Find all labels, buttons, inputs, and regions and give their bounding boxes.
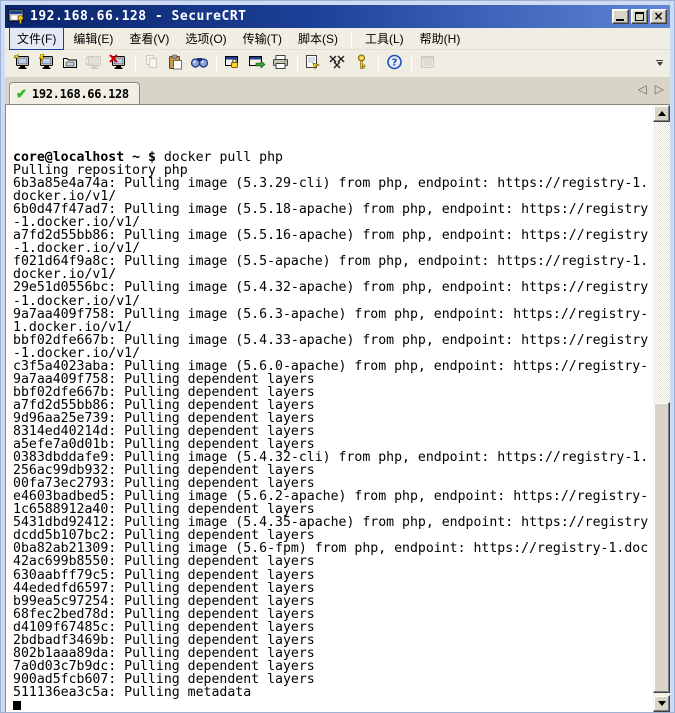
terminal-line: d4109f67485c: Pulling dependent layers [13,621,653,634]
menu-item-file[interactable]: 文件(F) [9,27,64,50]
terminal-line: 900ad5fcb607: Pulling dependent layers [13,673,653,686]
window-title: 192.168.66.128 - SecureCRT [30,9,612,24]
svg-text:?: ? [392,58,398,69]
terminal-screen[interactable]: core@localhost ~ $ docker pull phpPullin… [6,105,653,710]
toolbar-separator [411,55,412,73]
find-button[interactable] [188,53,211,75]
scroll-up-button[interactable] [653,105,670,122]
window-transfer-icon [247,54,266,73]
reconnect-icon [85,54,104,73]
toolbar-separator [216,55,217,73]
cursor-line [13,699,653,710]
keymap-button[interactable] [326,53,349,75]
key-button[interactable] [350,53,373,75]
scroll-down-icon [658,701,666,706]
connected-check-icon: ✔ [16,86,27,102]
terminal-line: bbf02dfe667b: Pulling dependent layers [13,386,653,399]
print-icon [271,54,290,73]
toolbar-separator [378,55,379,73]
tab-scroll-right-icon[interactable]: ▷ [655,82,664,96]
quick-connect-icon [13,54,32,73]
menu-bar: 文件(F)编辑(E)查看(V)选项(O)传输(T)脚本(S) 工具(L)帮助(H) [5,28,670,50]
toolbar-separator [297,55,298,73]
terminal-line: c3f5a4023aba: Pulling image (5.6.0-apach… [13,360,653,373]
tab-label: 192.168.66.128 [32,87,129,101]
disconnect-button[interactable] [107,53,130,75]
menu-item-transfer[interactable]: 传输(T) [236,28,289,49]
menu-item-view[interactable]: 查看(V) [122,28,176,49]
securecrt-window: 192.168.66.128 - SecureCRT × 文件(F)编辑(E)查… [0,0,675,713]
terminal-cursor [13,701,21,710]
keymap-icon [328,54,347,73]
terminal-line: 802b1aaa89da: Pulling dependent layers [13,647,653,660]
find-icon [190,54,209,73]
vertical-scrollbar[interactable] [653,105,670,712]
minimize-button[interactable] [612,9,629,24]
toolbar-overflow-icon[interactable] [653,54,666,72]
connect-in-tab-button[interactable] [59,53,82,75]
session-options-button[interactable] [302,53,325,75]
paste-button[interactable] [164,53,187,75]
minimize-icon [616,19,624,21]
copy-button [140,53,163,75]
connect-in-tab-icon [61,54,80,73]
terminal-line: 2bdbadf3469b: Pulling dependent layers [13,634,653,647]
terminal-line: a7fd2d55bb86: Pulling dependent layers [13,399,653,412]
terminal-line: 511136ea3c5a: Pulling metadata [13,686,653,699]
paste-icon [166,54,185,73]
scroll-up-icon [658,111,666,116]
menu-item-edit[interactable]: 编辑(E) [66,28,120,49]
reconnect-button [83,53,106,75]
menu-item-tools[interactable]: 工具(L) [358,28,411,49]
window-transfer-button[interactable] [245,53,268,75]
disconnect-icon [109,54,128,73]
session-options-icon [304,54,323,73]
close-icon: × [651,9,666,24]
terminal-line: -1.docker.io/v1/ [13,347,653,360]
terminal-line: 630aabff79c5: Pulling dependent layers [13,569,653,582]
menu-separator [351,31,352,47]
terminal-line: 44ededfd6597: Pulling dependent layers [13,582,653,595]
quick-connect-button[interactable] [11,53,34,75]
tab-scroll-left-icon[interactable]: ◁ [638,82,647,96]
terminal-line: 1.docker.io/v1/ [13,321,653,334]
key-icon [352,54,371,73]
window-lock-icon [223,54,242,73]
menu-item-script[interactable]: 脚本(S) [291,28,345,49]
toolbar-separator [135,55,136,73]
window-lock-button[interactable] [221,53,244,75]
terminal-line: 9a7aa409f758: Pulling dependent layers [13,373,653,386]
terminal-line: 68fec2bed78d: Pulling dependent layers [13,608,653,621]
session-tab[interactable]: ✔ 192.168.66.128 [9,82,140,104]
help-button[interactable]: ? [383,53,406,75]
title-bar[interactable]: 192.168.66.128 - SecureCRT × [5,5,670,28]
window-controls: × [612,9,667,24]
terminal-client: core@localhost ~ $ docker pull phpPullin… [5,104,670,712]
close-button[interactable]: × [650,9,667,24]
print-button[interactable] [269,53,292,75]
tab-strip: ✔ 192.168.66.128 ◁ ▷ [5,78,670,104]
terminal-line: b99ea5c97254: Pulling dependent layers [13,595,653,608]
terminal-line: 9a7aa409f758: Pulling image (5.6.3-apach… [13,308,653,321]
menu-item-help[interactable]: 帮助(H) [413,28,468,49]
copy-icon [142,54,161,73]
maximize-icon [635,12,644,21]
toolbar: ? [5,50,670,78]
menu-item-options[interactable]: 选项(O) [178,28,233,49]
scrollbar-thumb[interactable] [653,402,670,693]
maximize-button[interactable] [631,9,648,24]
app-window-icon [418,54,437,73]
tab-scroll-arrows: ◁ ▷ [638,82,664,96]
securecrt-app-icon [8,9,26,25]
terminal-line: 7a0d03c7b9dc: Pulling dependent layers [13,660,653,673]
app-window-button [416,53,439,75]
connect-icon [37,54,56,73]
help-icon: ? [385,54,404,73]
terminal-line: bbf02dfe667b: Pulling image (5.4.33-apac… [13,334,653,347]
terminal-line: 29e51d0556bc: Pulling image (5.4.32-apac… [13,281,653,294]
connect-button[interactable] [35,53,58,75]
scroll-down-button[interactable] [653,695,670,712]
terminal-line: 42ac699b8550: Pulling dependent layers [13,555,653,568]
terminal-line: -1.docker.io/v1/ [13,295,653,308]
